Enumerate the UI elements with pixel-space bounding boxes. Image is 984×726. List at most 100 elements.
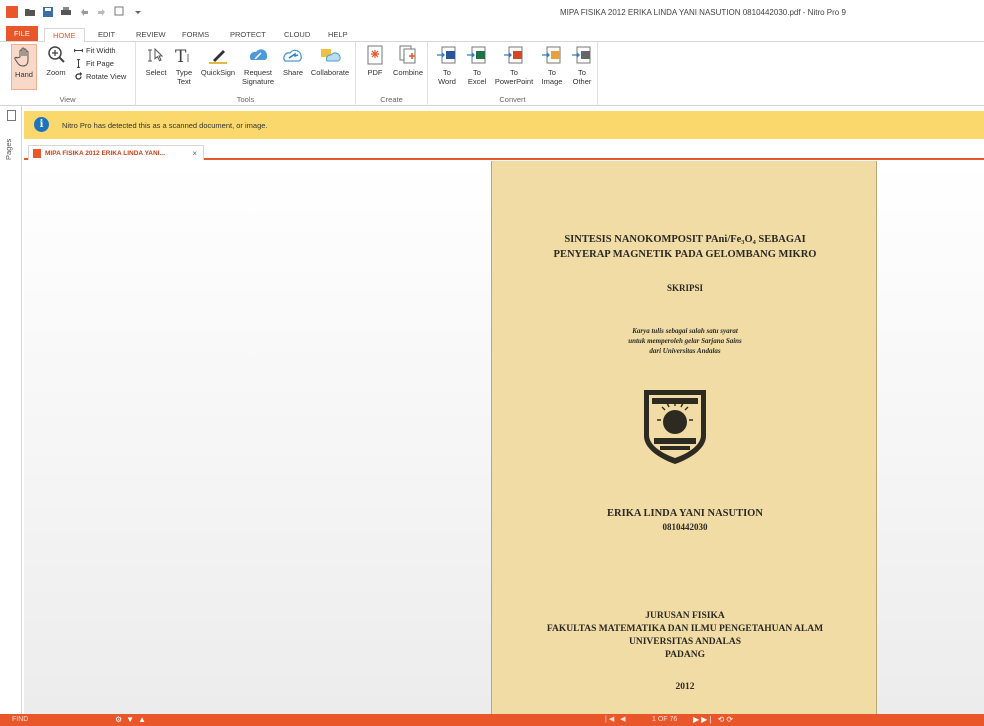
type-label-2: Text [177, 77, 191, 86]
ribbon-tab-row: FILE HOME EDIT REVIEW FORMS PROTECT CLOU… [0, 26, 984, 43]
group-create: PDF Combine Create [356, 42, 428, 106]
to-image-label-2: Image [541, 77, 563, 86]
hand-icon [14, 47, 29, 67]
university-emblem [644, 390, 706, 464]
thesis-title-line-2: PENYERAP MAGNETIK PADA GELOMBANG MIKRO [553, 249, 817, 260]
save-icon[interactable] [42, 6, 54, 18]
type-text-icon: T [175, 47, 189, 66]
request-signature-icon [249, 49, 268, 60]
purpose-line-2: untuk memperoleh gelar Sarjana Sains [628, 337, 742, 345]
combine-button[interactable]: Combine [392, 44, 424, 77]
find-options: ⚙▼▲ [115, 715, 150, 724]
tab-edit[interactable]: EDIT [90, 28, 123, 43]
to-powerpoint-button[interactable]: To PowerPoint [492, 44, 536, 86]
open-folder-icon[interactable] [24, 6, 36, 18]
fit-page-button[interactable]: Fit Page [74, 59, 114, 68]
find-label[interactable]: FIND [12, 716, 28, 723]
print-icon[interactable] [60, 6, 72, 18]
purpose-line-3: dari Universitas Andalas [649, 347, 721, 355]
next-page-icon[interactable]: ▶ [693, 715, 701, 724]
fit-width-label: Fit Width [86, 46, 116, 55]
zoom-icon [48, 46, 65, 63]
page-indicator[interactable]: 1 OF 76 [652, 716, 677, 723]
rotate-view-button[interactable]: Rotate View [74, 72, 126, 81]
page-nav-left: |◀ ◀ [605, 715, 628, 723]
tab-help[interactable]: HELP [320, 28, 356, 43]
nitro-logo-icon[interactable] [6, 6, 18, 18]
fit-width-icon [74, 48, 83, 53]
pages-icon[interactable] [7, 110, 16, 121]
create-pdf-icon [367, 45, 383, 65]
svg-text:T: T [175, 47, 187, 66]
type-text-button[interactable]: T Type Text [172, 44, 196, 86]
forward-view-icon[interactable]: ⟳ [726, 715, 735, 724]
status-bar: FIND ⚙▼▲ |◀ ◀ 1 OF 76 ▶▶| ⟲⟳ [0, 714, 984, 726]
group-convert-label: Convert [499, 95, 526, 104]
tab-cloud[interactable]: CLOUD [276, 28, 318, 43]
combine-label: Combine [392, 68, 423, 77]
tab-file[interactable]: FILE [6, 26, 38, 41]
thesis-title-line-1: SINTESIS NANOKOMPOSIT PAni/Fe₃O₄ SEBAGAI [564, 234, 806, 245]
document-tab-name: MIPA FISIKA 2012 ERIKA LINDA YANI... [45, 149, 165, 157]
to-other-button[interactable]: To Other [568, 44, 596, 86]
document-tab[interactable]: MIPA FISIKA 2012 ERIKA LINDA YANI... × [28, 145, 204, 160]
close-tab-icon[interactable]: × [192, 149, 197, 158]
previous-page-icon[interactable]: ◀ [620, 716, 627, 723]
group-tools: Select T Type Text QuickSign Request Sig… [136, 42, 356, 106]
tab-forms[interactable]: FORMS [174, 28, 217, 43]
to-excel-button[interactable]: To Excel [464, 44, 490, 86]
quicksign-label: QuickSign [200, 68, 236, 77]
to-image-button[interactable]: To Image [538, 44, 566, 86]
pdf-file-icon [33, 148, 41, 158]
document-viewer[interactable]: SINTESIS NANOKOMPOSIT PAni/Fe₃O₄ SEBAGAI… [24, 161, 984, 714]
document-tab-bar: MIPA FISIKA 2012 ERIKA LINDA YANI... × [24, 143, 984, 160]
share-button[interactable]: Share [280, 44, 306, 77]
to-word-label-1: To [443, 68, 451, 77]
window-title: MIPA FISIKA 2012 ERIKA LINDA YANI NASUTI… [560, 8, 846, 17]
rotate-view-label: Rotate View [86, 72, 127, 81]
document-type: SKRIPSI [666, 283, 703, 293]
type-label-1: Type [175, 68, 193, 77]
zoom-button[interactable]: Zoom [44, 44, 68, 77]
find-next-icon[interactable]: ▼ [126, 715, 138, 724]
fit-page-icon [76, 59, 81, 68]
info-icon: i [34, 117, 49, 132]
pages-panel-tab[interactable]: Pages [4, 139, 13, 160]
zoom-label: Zoom [46, 68, 66, 77]
to-word-button[interactable]: To Word [434, 44, 460, 86]
last-page-icon[interactable]: ▶| [701, 715, 713, 724]
to-image-label-1: To [548, 68, 556, 77]
powerpoint-icon [504, 46, 523, 64]
hand-button[interactable]: Hand [11, 44, 37, 90]
fit-page-label: Fit Page [86, 59, 114, 68]
request-label-1: Request [244, 68, 272, 77]
group-create-label: Create [380, 95, 403, 104]
customize-qat-icon[interactable] [132, 6, 144, 18]
purpose-line-1: Karya tulis sebagai salah satu syarat [632, 327, 738, 335]
pdf-button[interactable]: PDF [364, 44, 386, 77]
undo-icon[interactable] [78, 6, 90, 18]
find-settings-icon[interactable]: ⚙ [115, 715, 126, 724]
tab-protect[interactable]: PROTECT [222, 28, 274, 43]
select-button[interactable]: Select [144, 44, 168, 77]
quick-access-toolbar [6, 6, 144, 18]
quicksign-button[interactable]: QuickSign [200, 44, 236, 77]
tab-home[interactable]: HOME [44, 28, 85, 43]
group-view: Hand Zoom Fit Width Fit Page Rotate View… [0, 42, 136, 106]
fit-width-button[interactable]: Fit Width [74, 46, 116, 55]
department-line-3: UNIVERSITAS ANDALAS [628, 637, 741, 647]
group-view-label: View [59, 95, 76, 104]
select-tool-icon[interactable] [114, 6, 126, 18]
request-signature-button[interactable]: Request Signature [240, 44, 276, 86]
tab-review[interactable]: REVIEW [128, 28, 174, 43]
to-word-label-2: Word [438, 77, 456, 86]
group-convert: To Word To Excel To PowerPoint To Image … [428, 42, 598, 106]
ribbon: Hand Zoom Fit Width Fit Page Rotate View… [0, 42, 984, 106]
find-previous-icon[interactable]: ▲ [138, 715, 150, 724]
redo-icon[interactable] [96, 6, 108, 18]
collaborate-button[interactable]: Collaborate [308, 44, 352, 77]
word-icon [437, 46, 456, 64]
group-tools-label: Tools [236, 95, 255, 104]
department-line-2: FAKULTAS MATEMATIKA DAN ILMU PENGETAHUAN… [546, 624, 824, 634]
first-page-icon[interactable]: |◀ [605, 716, 616, 723]
